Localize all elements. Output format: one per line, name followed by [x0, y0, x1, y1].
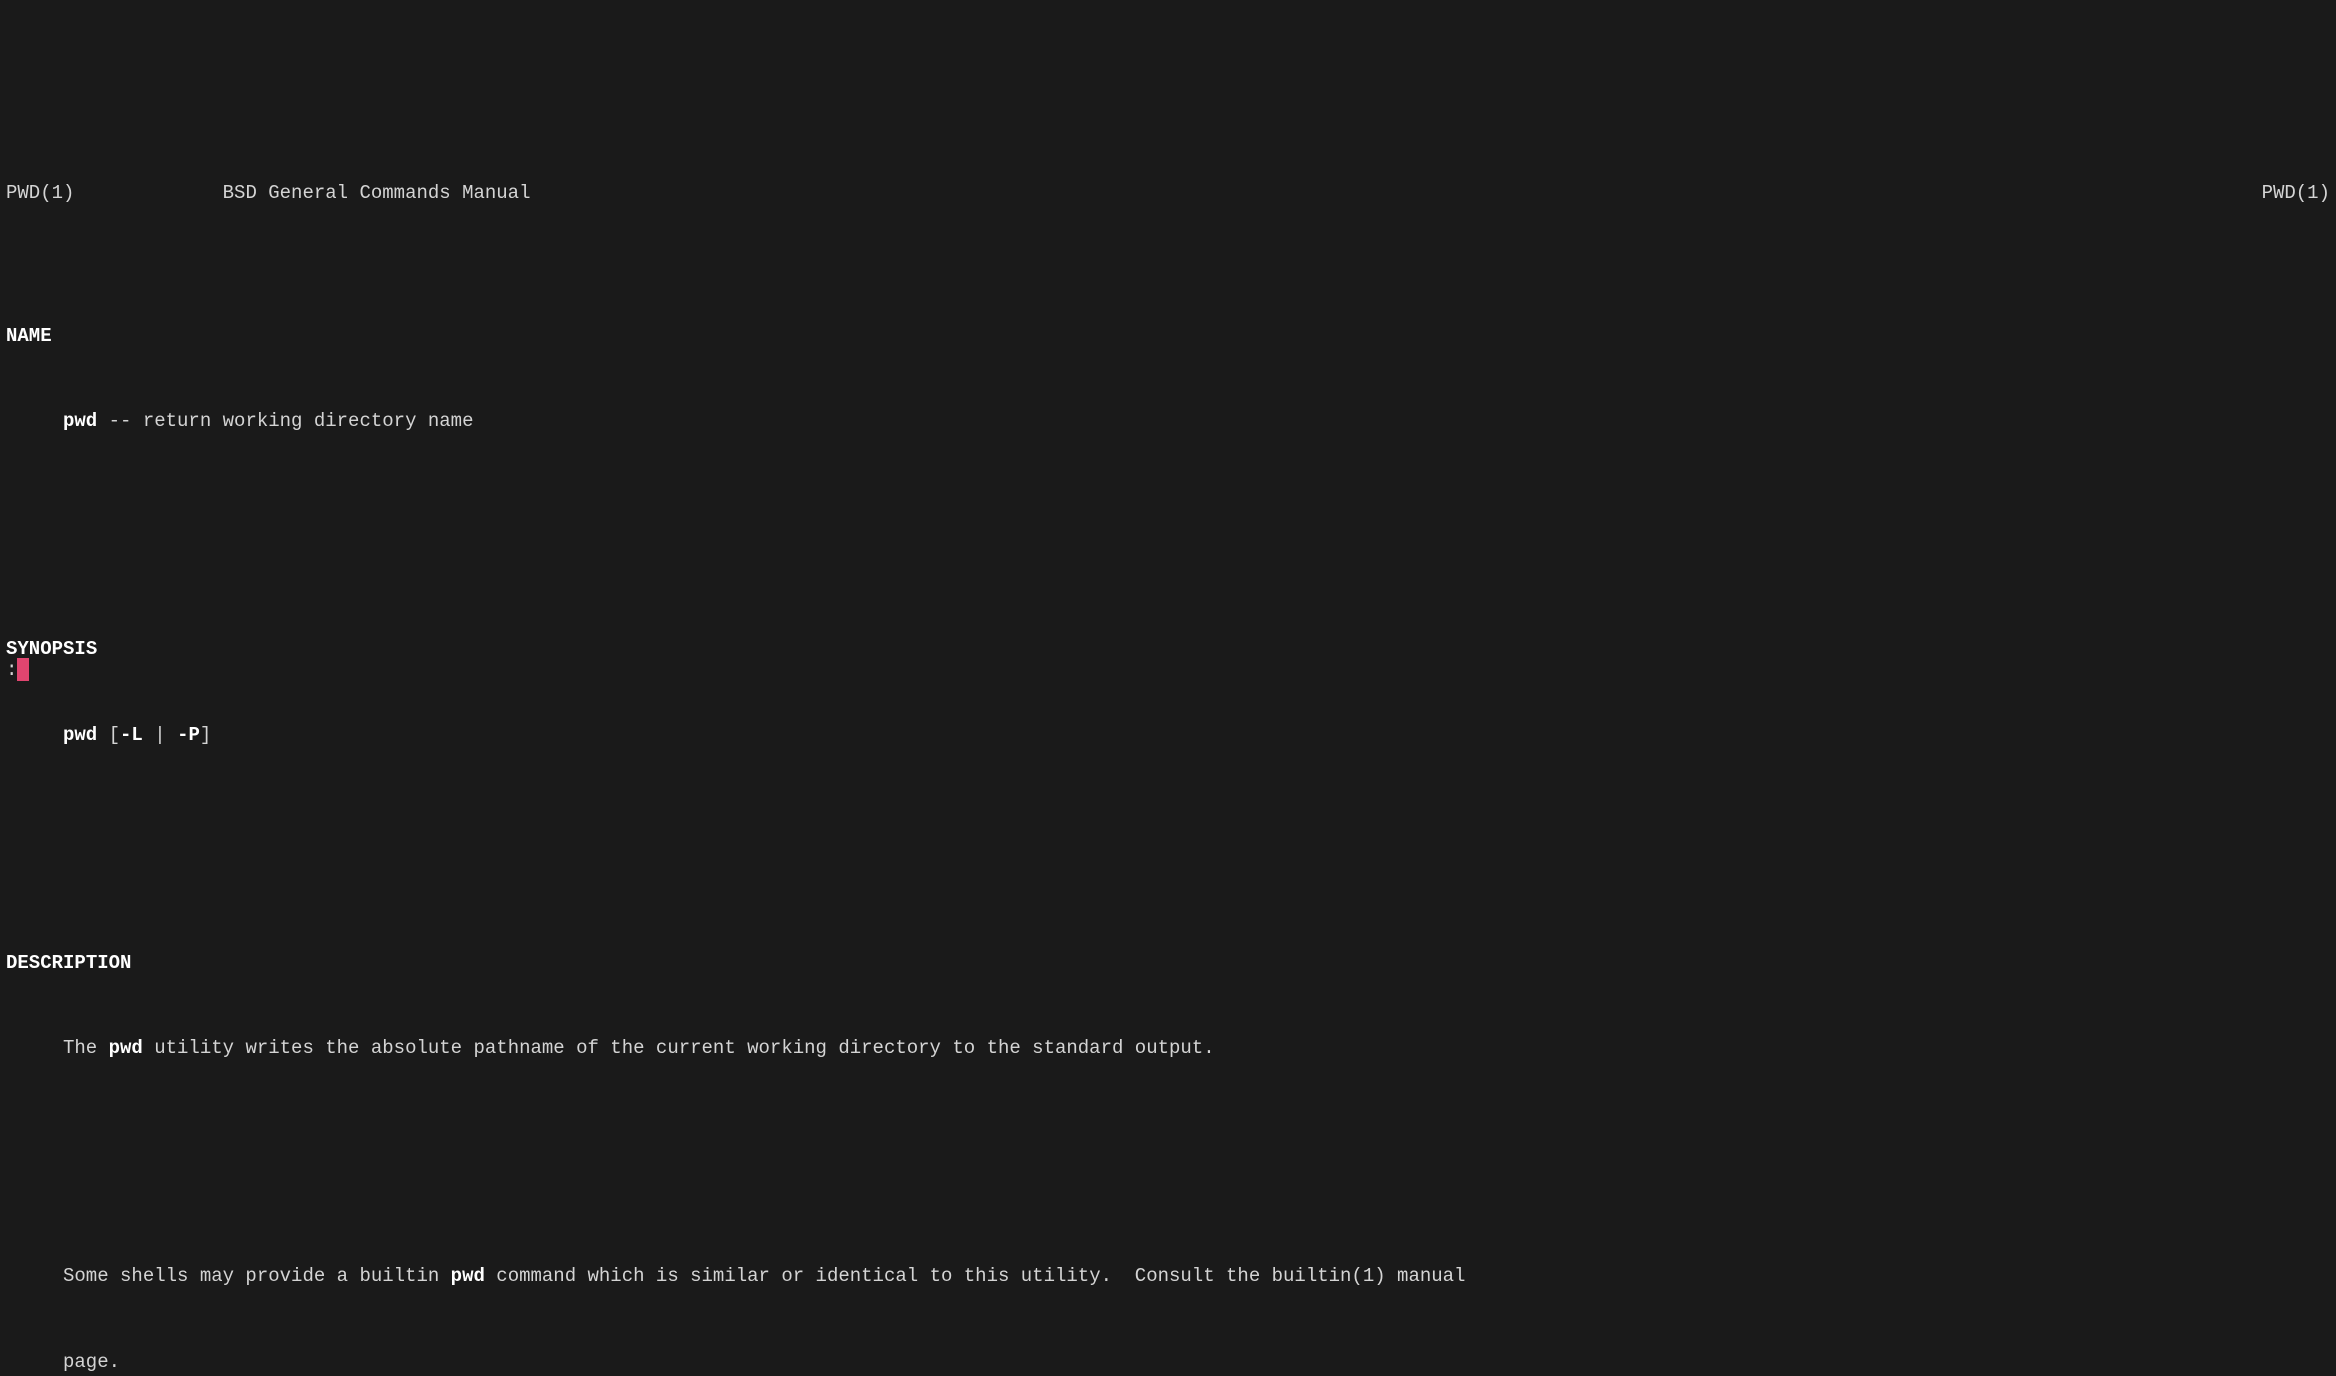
header-left: PWD(1)	[6, 179, 74, 208]
header-right: PWD(1)	[2125, 179, 2330, 208]
header-center: BSD General Commands Manual	[74, 179, 2124, 208]
section-name-header: NAME	[6, 322, 2330, 351]
desc-para2-line1: Some shells may provide a builtin pwd co…	[6, 1262, 2330, 1291]
section-description-header: DESCRIPTION	[6, 949, 2330, 978]
desc-para2-pre: Some shells may provide a builtin	[63, 1265, 451, 1287]
synopsis-open: [	[97, 724, 120, 746]
cursor-icon	[17, 658, 28, 681]
man-page-content[interactable]: PWD(1) BSD General Commands Manual PWD(1…	[6, 122, 2330, 1376]
desc-para2-cmd: pwd	[451, 1265, 485, 1287]
name-cmd: pwd	[63, 410, 97, 432]
section-synopsis-header: SYNOPSIS	[6, 635, 2330, 664]
desc-para2-line2: page.	[6, 1348, 2330, 1376]
synopsis-pipe: |	[143, 724, 177, 746]
desc-para1: The pwd utility writes the absolute path…	[6, 1034, 2330, 1063]
name-desc: return working directory name	[143, 410, 474, 432]
synopsis-line: pwd [-L | -P]	[6, 721, 2330, 750]
man-header: PWD(1) BSD General Commands Manual PWD(1…	[6, 179, 2330, 208]
desc-para2-post: command which is similar or identical to…	[485, 1265, 1466, 1287]
desc-para1-cmd: pwd	[109, 1037, 143, 1059]
pager-prompt[interactable]: :	[6, 656, 29, 685]
synopsis-flag-l: -L	[120, 724, 143, 746]
desc-para1-pre: The	[63, 1037, 109, 1059]
name-line: pwd -- return working directory name	[6, 407, 2330, 436]
synopsis-close: ]	[200, 724, 211, 746]
name-dash: --	[97, 410, 143, 432]
synopsis-flag-p: -P	[177, 724, 200, 746]
prompt-colon: :	[6, 656, 17, 685]
synopsis-cmd: pwd	[63, 724, 97, 746]
desc-para1-post: utility writes the absolute pathname of …	[143, 1037, 1215, 1059]
